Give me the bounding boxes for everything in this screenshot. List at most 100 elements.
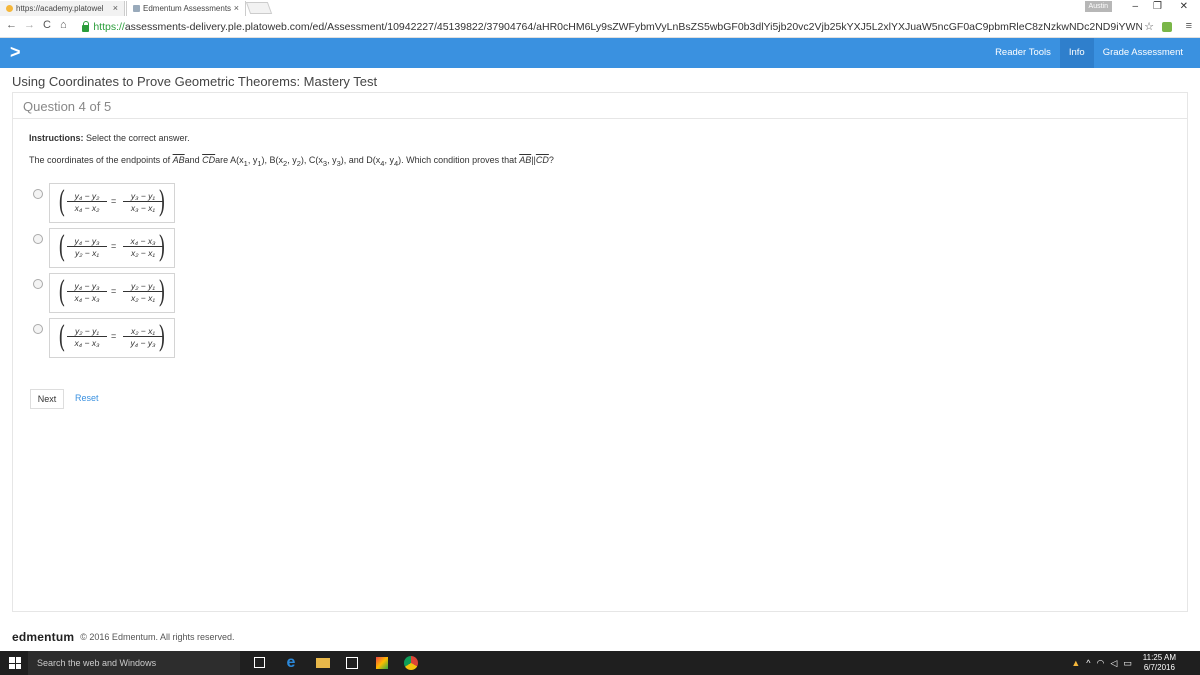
chrome-icon[interactable] — [404, 656, 418, 670]
app-header: > Reader Tools Info Grade Assessment — [0, 38, 1200, 68]
info-link[interactable]: Info — [1059, 38, 1094, 68]
numerator: x₄ − x₃ — [123, 235, 163, 247]
instructions: Instructions: Select the correct answer. — [29, 133, 190, 143]
numerator: y₄ − y₃ — [67, 280, 107, 292]
clock-date: 6/7/2016 — [1143, 663, 1175, 672]
numerator: y₄ − y₂ — [67, 190, 107, 202]
paren-right: ) — [158, 185, 166, 220]
radio-button[interactable] — [33, 189, 43, 199]
equals-sign: = — [111, 196, 117, 206]
taskbar-clock[interactable]: 11:25 AM 6/7/2016 — [1143, 653, 1176, 673]
page-title: Using Coordinates to Prove Geometric The… — [12, 74, 378, 89]
denominator: x₃ − x₁ — [130, 203, 156, 213]
divider — [13, 118, 1187, 119]
numerator: y₂ − y₁ — [67, 325, 107, 337]
grade-assessment-link[interactable]: Grade Assessment — [1094, 38, 1192, 68]
radio-button[interactable] — [33, 324, 43, 334]
question-fragment: , y — [384, 155, 394, 165]
chevron-up-icon[interactable]: ^ — [1086, 658, 1090, 668]
header-links: Reader Tools Info Grade Assessment — [986, 38, 1192, 68]
answer-option-3[interactable]: ( y₄ − y₃ x₄ − x₃ = y₂ − y₁ x₂ − x₁ ) — [33, 273, 175, 313]
question-fragment: , y — [287, 155, 297, 165]
tab-label: https://academy.platowel — [16, 4, 104, 13]
task-view-icon[interactable] — [254, 657, 265, 668]
fraction-right: y₃ − y₁ x₃ − x₁ — [123, 190, 163, 214]
fraction-left: y₄ − y₂ x₄ − x₂ — [67, 190, 107, 214]
answer-choice-box[interactable]: ( y₄ − y₂ x₄ − x₂ = y₃ − y₁ x₃ − x₁ ) — [49, 183, 175, 223]
radio-button[interactable] — [33, 279, 43, 289]
reader-tools-link[interactable]: Reader Tools — [986, 38, 1060, 68]
paren-right: ) — [158, 275, 166, 310]
edge-browser-icon[interactable]: e — [284, 655, 298, 671]
question-fragment: ), and D(x — [340, 155, 381, 165]
url-path: assessments-delivery.ple.platoweb.com/ed… — [124, 21, 1142, 33]
file-explorer-icon[interactable] — [316, 658, 330, 668]
equals-sign: = — [111, 331, 117, 341]
question-fragment: are A(x — [215, 155, 244, 165]
url-input[interactable]: https:// assessments-delivery.ple.platow… — [82, 18, 1142, 36]
restore-icon[interactable]: ❐ — [1153, 1, 1162, 12]
home-icon[interactable]: ⌂ — [60, 19, 67, 31]
answer-option-2[interactable]: ( y₄ − y₃ y₂ − x₁ = x₄ − x₃ x₂ − x₁ ) — [33, 228, 175, 268]
question-fragment: ), B(x — [261, 155, 284, 165]
wifi-icon[interactable]: ◠ — [1096, 658, 1104, 669]
paren-right: ) — [158, 230, 166, 265]
paren-left: ( — [58, 320, 66, 355]
denominator: y₂ − x₁ — [74, 248, 100, 258]
tab-close-icon[interactable]: × — [234, 3, 239, 13]
question-fragment: , y — [247, 155, 258, 165]
segment-cd: CD — [535, 155, 549, 165]
browser-tab-edmentum[interactable]: Edmentum Assessments × — [126, 1, 246, 16]
tab-close-icon[interactable]: × — [113, 3, 118, 13]
answer-choice-box[interactable]: ( y₂ − y₁ x₄ − x₃ = x₂ − x₁ y₄ − y₃ ) — [49, 318, 175, 358]
extension-icon[interactable] — [1162, 22, 1172, 32]
fraction-right: x₂ − x₁ y₄ − y₃ — [123, 325, 163, 349]
segment-ab: AB — [172, 155, 185, 165]
question-fragment: , y — [327, 155, 337, 165]
back-arrow-icon[interactable]: ← — [6, 19, 17, 31]
instructions-text: Select the correct answer. — [83, 133, 190, 143]
notification-icon[interactable]: ▭ — [1123, 658, 1132, 669]
window-close-icon[interactable]: ✕ — [1180, 1, 1188, 12]
browser-tab-academy[interactable]: https://academy.platowel × — [0, 1, 125, 16]
reset-button[interactable]: Reset — [75, 393, 99, 403]
instructions-label: Instructions: — [29, 133, 84, 143]
question-mark: ? — [548, 155, 554, 165]
taskbar-search-input[interactable]: Search the web and Windows — [28, 651, 240, 675]
system-tray: ▲ ^ ◠ ◁ ▭ 11:25 AM 6/7/2016 — [1068, 651, 1194, 675]
store-icon[interactable] — [346, 657, 358, 669]
tab-favicon-icon — [6, 5, 13, 12]
profile-badge[interactable]: Austin — [1084, 1, 1112, 12]
question-text: The coordinates of the endpoints of ABan… — [29, 155, 554, 168]
question-fragment: ). Which condition proves that — [398, 155, 520, 165]
question-number: Question 4 of 5 — [23, 99, 112, 114]
reload-icon[interactable]: C — [43, 19, 51, 31]
question-panel: Question 4 of 5 Instructions: Select the… — [12, 92, 1188, 612]
paren-left: ( — [58, 185, 66, 220]
new-tab-button[interactable] — [245, 2, 273, 14]
numerator: y₄ − y₃ — [67, 235, 107, 247]
forward-arrow-icon[interactable]: → — [24, 19, 35, 31]
windows-start-icon[interactable] — [9, 657, 21, 669]
paren-right: ) — [158, 320, 166, 355]
answer-option-1[interactable]: ( y₄ − y₂ x₄ − x₂ = y₃ − y₁ x₃ − x₁ ) — [33, 183, 175, 223]
numerator: y₃ − y₁ — [123, 190, 163, 202]
answer-choice-box[interactable]: ( y₄ − y₃ y₂ − x₁ = x₄ − x₃ x₂ − x₁ ) — [49, 228, 175, 268]
browser-tab-strip: https://academy.platowel × Edmentum Asse… — [0, 0, 1200, 16]
radio-button[interactable] — [33, 234, 43, 244]
fraction-right: y₂ − y₁ x₂ − x₁ — [123, 280, 163, 304]
answer-option-4[interactable]: ( y₂ − y₁ x₄ − x₃ = x₂ − x₁ y₄ − y₃ ) — [33, 318, 175, 358]
bookmark-star-icon[interactable]: ☆ — [1144, 20, 1154, 33]
browser-menu-icon[interactable]: ≡ — [1186, 20, 1192, 32]
address-bar: ← → C ⌂ https:// assessments-delivery.pl… — [0, 16, 1200, 38]
next-button[interactable]: Next — [30, 389, 64, 409]
numerator: x₂ − x₁ — [123, 325, 163, 337]
warning-icon[interactable]: ▲ — [1071, 658, 1080, 668]
denominator: x₄ − x₃ — [74, 293, 100, 303]
photos-app-icon[interactable] — [376, 657, 388, 669]
segment-ab: AB — [519, 155, 532, 165]
minimize-icon[interactable]: – — [1132, 1, 1138, 12]
expand-chevron-icon[interactable]: > — [10, 42, 21, 63]
volume-icon[interactable]: ◁ — [1110, 658, 1117, 669]
answer-choice-box[interactable]: ( y₄ − y₃ x₄ − x₃ = y₂ − y₁ x₂ − x₁ ) — [49, 273, 175, 313]
